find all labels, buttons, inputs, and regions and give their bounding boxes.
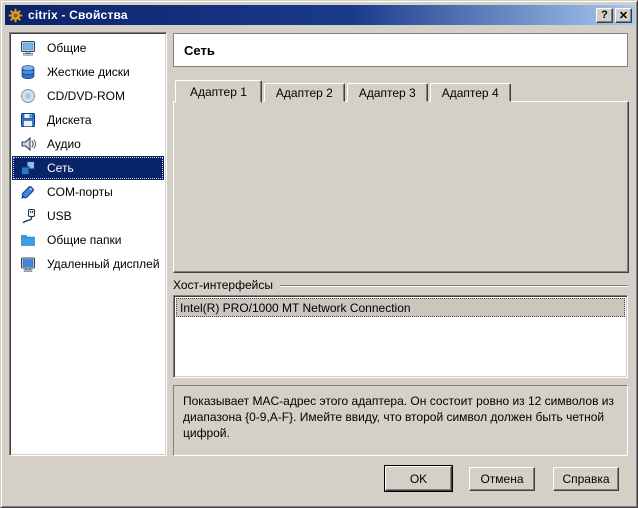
folder-icon xyxy=(19,231,37,249)
adapter-tab-panel xyxy=(173,101,629,273)
gear-icon xyxy=(8,8,23,23)
sidebar-item-label: Сеть xyxy=(47,161,74,175)
sidebar-item-label: CD/DVD-ROM xyxy=(47,89,125,103)
window-title: citrix - Свойства xyxy=(28,8,594,22)
sidebar-item-floppy[interactable]: Дискета xyxy=(12,108,164,132)
help-titlebar-button[interactable]: ? xyxy=(596,8,613,23)
group-divider xyxy=(280,285,628,287)
host-interfaces-group: Хост-интерфейсы xyxy=(173,278,628,292)
sidebar-item-label: Общие xyxy=(47,41,86,55)
sidebar-item-label: USB xyxy=(47,209,72,223)
help-button[interactable]: Справка xyxy=(553,467,619,491)
monitor-icon xyxy=(19,39,37,57)
title-bar[interactable]: citrix - Свойства ? ✕ xyxy=(5,5,635,25)
host-interfaces-group-label: Хост-интерфейсы xyxy=(173,278,273,292)
ok-button[interactable]: OK xyxy=(385,466,452,491)
sidebar-item-label: COM-порты xyxy=(47,185,113,199)
sidebar-item-label: Удаленный дисплей xyxy=(47,257,160,271)
tab-adapter-1[interactable]: Адаптер 1 xyxy=(175,80,262,103)
list-item[interactable]: Intel(R) PRO/1000 MT Network Connection xyxy=(176,298,625,317)
cancel-button[interactable]: Отмена xyxy=(469,467,535,491)
page-title-text: Сеть xyxy=(184,43,215,58)
speaker-icon xyxy=(19,135,37,153)
sidebar-item-hard-disks[interactable]: Жесткие диски xyxy=(12,60,164,84)
sidebar-item-com-ports[interactable]: COM-порты xyxy=(12,180,164,204)
page-title: Сеть xyxy=(173,33,628,67)
sidebar-item-network[interactable]: Сеть xyxy=(12,156,164,180)
tab-adapter-3[interactable]: Адаптер 3 xyxy=(347,83,428,102)
sidebar-item-remote-display[interactable]: Удаленный дисплей xyxy=(12,252,164,276)
sidebar-item-label: Жесткие диски xyxy=(47,65,130,79)
settings-category-list: Общие Жесткие диски CD/DVD-ROM xyxy=(9,32,167,456)
adapter-tabs: Адаптер 1 Адаптер 2 Адаптер 3 Адаптер 4 xyxy=(175,79,513,102)
serial-plug-icon xyxy=(19,183,37,201)
usb-plug-icon xyxy=(19,207,37,225)
cd-disc-icon xyxy=(19,87,37,105)
host-interfaces-list[interactable]: Intel(R) PRO/1000 MT Network Connection xyxy=(173,295,628,378)
properties-dialog: citrix - Свойства ? ✕ Общие Жесткие диск… xyxy=(0,0,638,508)
remote-display-icon xyxy=(19,255,37,273)
sidebar-item-shared-folders[interactable]: Общие папки xyxy=(12,228,164,252)
close-button[interactable]: ✕ xyxy=(615,8,632,23)
sidebar-item-label: Дискета xyxy=(47,113,92,127)
floppy-icon xyxy=(19,111,37,129)
tab-adapter-4[interactable]: Адаптер 4 xyxy=(430,83,511,102)
tab-adapter-2[interactable]: Адаптер 2 xyxy=(264,83,345,102)
hard-disks-icon xyxy=(19,63,37,81)
sidebar-item-cd-dvd[interactable]: CD/DVD-ROM xyxy=(12,84,164,108)
network-icon xyxy=(19,159,37,177)
sidebar-item-label: Общие папки xyxy=(47,233,121,247)
sidebar-item-audio[interactable]: Аудио xyxy=(12,132,164,156)
sidebar-item-usb[interactable]: USB xyxy=(12,204,164,228)
sidebar-item-general[interactable]: Общие xyxy=(12,36,164,60)
sidebar-item-label: Аудио xyxy=(47,137,81,151)
field-description-box: Показывает MAC-адрес этого адаптера. Он … xyxy=(173,385,628,456)
field-description-text: Показывает MAC-адрес этого адаптера. Он … xyxy=(183,394,614,440)
